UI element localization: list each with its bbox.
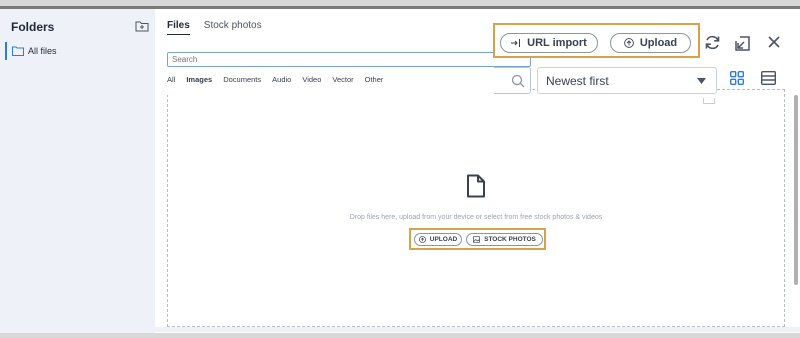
sort-select[interactable]: Newest first [537, 67, 717, 94]
close-icon[interactable] [768, 36, 780, 48]
url-import-label: URL import [527, 37, 587, 49]
folder-icon [12, 46, 24, 56]
sidebar-item-label: All files [28, 46, 57, 56]
sidebar-item-all-files[interactable]: All files [5, 42, 150, 60]
sidebar: Folders All files [0, 9, 155, 333]
url-import-button[interactable]: URL import [500, 33, 598, 53]
image-icon [473, 236, 481, 243]
import-arrow-icon [511, 39, 521, 47]
drop-instructions: Drop files here, upload from your device… [349, 214, 603, 221]
file-icon [467, 174, 485, 198]
chevron-down-icon [697, 78, 706, 84]
upload-label: Upload [639, 37, 678, 49]
grid-view-icon[interactable] [730, 71, 744, 85]
list-view-icon[interactable] [761, 71, 776, 85]
dropzone-upload-button[interactable]: UPLOAD [414, 233, 462, 246]
drop-zone[interactable] [167, 89, 785, 327]
dropzone-stock-photos-label: STOCK PHOTOS [484, 236, 536, 243]
footer-bar [155, 327, 800, 332]
media-manager-window: Folders All files Files Stock photos All… [0, 6, 800, 333]
source-tabs: Files Stock photos [167, 20, 262, 35]
resize-icon[interactable] [735, 36, 750, 51]
search-input[interactable] [167, 52, 531, 67]
scrollbar[interactable] [794, 95, 798, 285]
new-folder-icon[interactable] [135, 20, 149, 32]
upload-button[interactable]: Upload [610, 33, 691, 53]
drop-action-group: UPLOAD STOCK PHOTOS [409, 228, 546, 250]
tab-stock-photos[interactable]: Stock photos [204, 20, 262, 35]
tab-files[interactable]: Files [167, 20, 190, 35]
search-icon [511, 74, 525, 88]
upload-cloud-icon [624, 38, 634, 48]
upload-cloud-icon [418, 236, 426, 243]
refresh-icon[interactable] [704, 34, 721, 51]
select-all-checkbox[interactable] [703, 98, 715, 104]
dropzone-upload-label: UPLOAD [429, 236, 458, 243]
search-button[interactable] [494, 67, 531, 94]
top-action-group: URL import Upload [493, 23, 700, 58]
dropzone-stock-photos-button[interactable]: STOCK PHOTOS [466, 233, 543, 246]
sort-select-value: Newest first [546, 73, 609, 88]
sidebar-title: Folders [11, 20, 55, 34]
